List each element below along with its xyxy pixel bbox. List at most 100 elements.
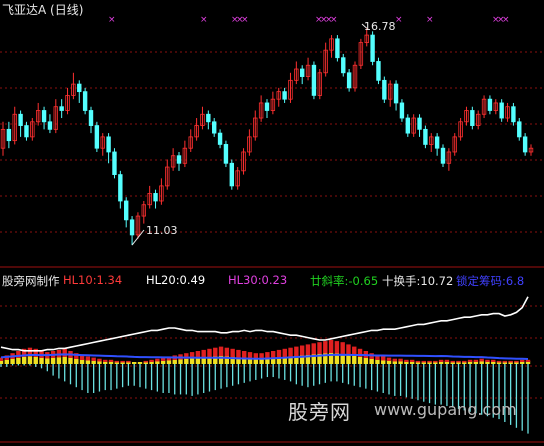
- candle-body: [112, 151, 117, 175]
- indicator-yellow-bar: [172, 359, 177, 364]
- indicator-red-bar: [328, 340, 334, 353]
- indicator-red-bar: [149, 359, 154, 362]
- indicator-hl10: HL10:1.34: [63, 273, 123, 287]
- indicator-red-bar: [433, 360, 438, 363]
- indicator-yellow-bar: [56, 357, 62, 364]
- indicator-red-bar: [143, 360, 148, 363]
- indicator-red-bar: [218, 346, 224, 356]
- candle-body: [405, 117, 410, 134]
- candle-body: [94, 125, 100, 149]
- candle-body: [106, 136, 111, 153]
- indicator-yellow-bar: [16, 357, 21, 364]
- indicator-red-bar: [91, 357, 96, 361]
- candle-body: [211, 121, 217, 134]
- candle-body: [522, 136, 528, 153]
- indicator-red-bar: [201, 349, 206, 358]
- indicator-yellow-bar: [27, 356, 33, 364]
- indicator-red-bar: [467, 359, 473, 362]
- indicator-red-bar: [311, 343, 316, 355]
- high-price-label: 16.78: [364, 20, 396, 33]
- candle-body: [129, 219, 135, 236]
- candle-body: [517, 121, 522, 138]
- indicator-red-bar: [346, 344, 351, 355]
- indicator-yellow-bar: [137, 362, 143, 364]
- indicator-red-bar: [270, 351, 276, 358]
- indicator-red-bar: [236, 349, 241, 358]
- indicator-yellow-bar: [39, 357, 44, 364]
- candle-body: [118, 174, 123, 202]
- stock-chart-canvas[interactable]: × × ××× ×××× × × ×××: [0, 0, 544, 446]
- indicator-red-bar: [479, 358, 484, 362]
- candle-body: [47, 121, 53, 130]
- indicator-yellow-bar: [184, 358, 189, 364]
- indicator-slope: 廿斜率:-0.65: [310, 274, 379, 288]
- indicator-red-bar: [276, 349, 282, 358]
- indicator-red-bar: [62, 348, 67, 357]
- candle-body: [59, 106, 64, 111]
- candle-body: [282, 91, 287, 100]
- indicator-red-bar: [317, 342, 322, 354]
- low-price-label: 11.03: [146, 224, 178, 237]
- indicator-red-bar: [525, 359, 531, 362]
- indicator-yellow-bar: [178, 358, 183, 364]
- indicator-yellow-bar: [33, 356, 38, 364]
- indicator-yellow-bar: [189, 357, 195, 364]
- indicator-red-bar: [444, 359, 450, 362]
- indicator-red-bar: [108, 359, 114, 362]
- candle-body: [124, 200, 129, 221]
- indicator-red-bar: [242, 351, 247, 358]
- indicator-red-bar: [85, 356, 91, 361]
- candle-body: [24, 125, 29, 138]
- indicator-red-bar: [120, 360, 125, 363]
- candle-body: [217, 132, 223, 145]
- indicator-red-bar: [103, 359, 108, 362]
- indicator-red-bar: [502, 360, 508, 363]
- candle-body: [423, 128, 428, 145]
- indicator-yellow-bar: [50, 357, 56, 364]
- indicator-red-bar: [230, 348, 235, 357]
- indicator-red-bar: [299, 345, 305, 356]
- indicator-red-bar: [427, 360, 432, 363]
- indicator-yellow-bar: [363, 357, 369, 364]
- candle-body: [6, 128, 12, 142]
- indicator-red-bar: [247, 352, 253, 359]
- signal-marker: ×: [200, 15, 208, 25]
- candle-body: [176, 155, 182, 164]
- indicator-red-bar: [155, 358, 160, 362]
- indicator-yellow-bar: [346, 354, 351, 364]
- indicator-red-bar: [398, 358, 403, 362]
- indicator-red-bar: [392, 358, 398, 362]
- indicator-red-bar: [381, 356, 386, 361]
- indicator-red-bar: [473, 359, 479, 362]
- candle-body: [82, 91, 88, 111]
- indicator-red-bar: [386, 357, 392, 361]
- watermark-url: www.gupang.com: [374, 400, 517, 419]
- indicator-red-bar: [421, 360, 426, 363]
- indicator-turnover: 十换手:10.72: [382, 274, 454, 288]
- candle-body: [229, 162, 234, 187]
- indicator-red-bar: [294, 346, 299, 356]
- candle-body: [18, 113, 23, 126]
- signal-marker: ×: [502, 15, 510, 25]
- indicator-yellow-bar: [68, 357, 73, 364]
- indicator-source-label: 股旁网制作: [2, 274, 60, 288]
- indicator-locked-chips: 锁定筹码:6.8: [456, 274, 525, 288]
- candle-body: [77, 83, 82, 93]
- signal-marker: ×: [395, 15, 403, 25]
- candle-body: [417, 117, 422, 130]
- candle-body: [487, 98, 493, 111]
- indicator-red-bar: [514, 360, 519, 363]
- indicator-red-bar: [438, 359, 444, 362]
- indicator-red-bar: [305, 344, 311, 355]
- indicator-red-bar: [340, 342, 345, 354]
- indicator-yellow-bar: [375, 359, 380, 364]
- candle-body: [264, 102, 270, 111]
- indicator-yellow-bar: [4, 359, 9, 364]
- indicator-yellow-bar: [131, 362, 137, 364]
- candle-body: [335, 38, 340, 59]
- indicator-yellow-bar: [21, 356, 27, 364]
- indicator-red-bar: [126, 360, 131, 363]
- indicator-red-bar: [224, 347, 230, 357]
- indicator-yellow-bar: [357, 356, 363, 364]
- candle-body: [440, 147, 446, 164]
